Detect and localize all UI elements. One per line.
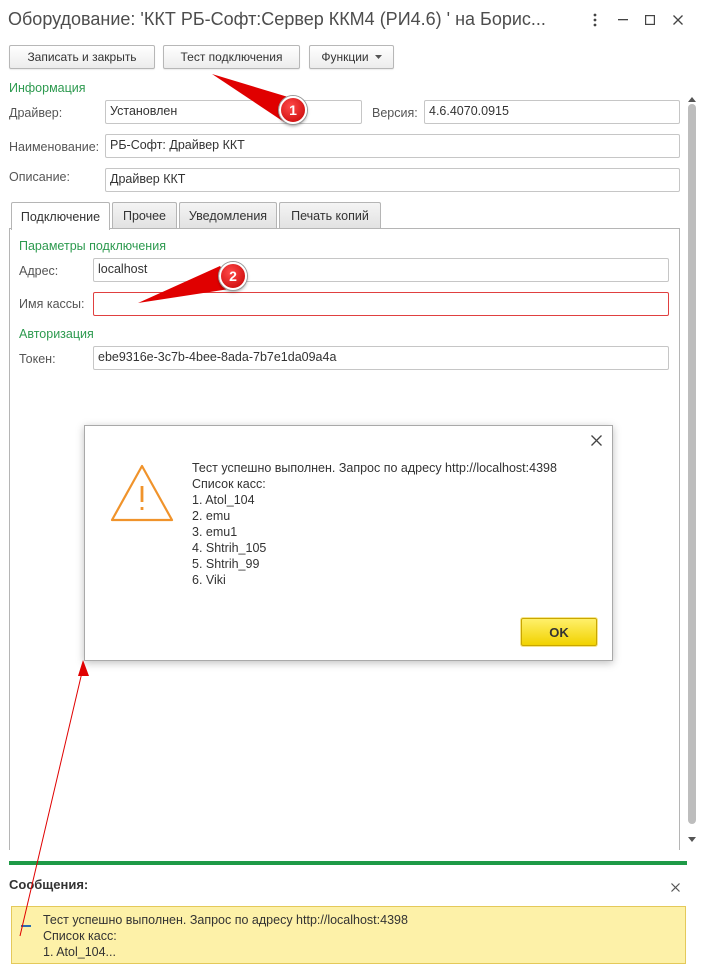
- maximize-icon[interactable]: [636, 7, 664, 33]
- message-line-1: Тест успешно выполнен. Запрос по адресу …: [43, 913, 408, 927]
- token-field[interactable]: ebe9316e-3c7b-4bee-8ada-7b7e1da09a4a: [93, 346, 669, 370]
- ok-button[interactable]: OK: [521, 618, 597, 646]
- cashier-list-item: 2. emu: [192, 509, 231, 523]
- cashier-list-item: 6. Viki: [192, 573, 226, 587]
- cashier-list-item: 4. Shtrih_105: [192, 541, 267, 555]
- connection-params-label: Параметры подключения: [19, 239, 166, 253]
- vertical-dots-icon: [593, 13, 597, 27]
- message-line-3: 1. Atol_104...: [43, 945, 116, 959]
- description-label: Описание:: [9, 170, 70, 184]
- warning-icon: [110, 464, 174, 525]
- name-field[interactable]: РБ-Софт: Драйвер ККТ: [105, 134, 680, 158]
- driver-field[interactable]: Установлен: [105, 100, 362, 124]
- scroll-up-arrow-icon[interactable]: [688, 91, 696, 105]
- auth-group-label: Авторизация: [19, 327, 94, 341]
- name-label: Наименование:: [9, 140, 100, 154]
- address-field[interactable]: localhost: [93, 258, 669, 282]
- info-group-label: Информация: [9, 81, 86, 95]
- version-label: Версия:: [372, 106, 418, 120]
- tab-connection[interactable]: Подключение: [11, 202, 110, 230]
- message-line-2: Список касс:: [43, 929, 117, 943]
- dialog-line-2: Список касс:: [192, 477, 266, 491]
- scroll-down-arrow-icon[interactable]: [688, 831, 696, 845]
- dialog-message: Тест успешно выполнен. Запрос по адресу …: [192, 460, 557, 588]
- address-label: Адрес:: [19, 264, 59, 278]
- dialog-line-1: Тест успешно выполнен. Запрос по адресу …: [192, 461, 557, 475]
- token-label: Токен:: [19, 352, 56, 366]
- message-collapse-icon[interactable]: [21, 917, 31, 931]
- cashier-list-item: 3. emu1: [192, 525, 238, 539]
- messages-title: Сообщения:: [9, 877, 89, 892]
- message-item[interactable]: Тест успешно выполнен. Запрос по адресу …: [11, 906, 686, 964]
- driver-label: Драйвер:: [9, 106, 63, 120]
- cashier-name-field[interactable]: [93, 292, 669, 316]
- annotation-badge-1: 1: [279, 96, 307, 124]
- dialog-close-icon[interactable]: [591, 435, 602, 449]
- close-icon[interactable]: [664, 7, 692, 33]
- functions-label: Функции: [321, 50, 369, 64]
- functions-menu-button[interactable]: Функции: [309, 45, 394, 69]
- test-result-dialog: Тест успешно выполнен. Запрос по адресу …: [84, 425, 613, 661]
- version-field[interactable]: 4.6.4070.0915: [424, 100, 680, 124]
- messages-divider: [9, 861, 687, 865]
- annotation-badge-2: 2: [219, 262, 247, 290]
- dropdown-arrow-icon: [374, 55, 382, 59]
- description-field[interactable]: Драйвер ККТ: [105, 168, 680, 192]
- save-and-close-button[interactable]: Записать и закрыть: [9, 45, 155, 69]
- tab-print-copies[interactable]: Печать копий: [279, 202, 381, 229]
- window-title: Оборудование: 'ККТ РБ-Софт:Сервер ККМ4 (…: [8, 9, 546, 29]
- messages-close-icon[interactable]: [671, 881, 680, 895]
- tab-notifications[interactable]: Уведомления: [179, 202, 277, 229]
- more-icon[interactable]: [581, 7, 609, 33]
- cashier-name-label: Имя кассы:: [19, 297, 85, 311]
- minimize-icon[interactable]: [609, 7, 637, 33]
- test-connection-button[interactable]: Тест подключения: [163, 45, 300, 69]
- tab-other[interactable]: Прочее: [112, 202, 177, 229]
- cashier-list-item: 1. Atol_104: [192, 493, 255, 507]
- scrollbar-thumb[interactable]: [688, 104, 696, 824]
- cashier-list-item: 5. Shtrih_99: [192, 557, 260, 571]
